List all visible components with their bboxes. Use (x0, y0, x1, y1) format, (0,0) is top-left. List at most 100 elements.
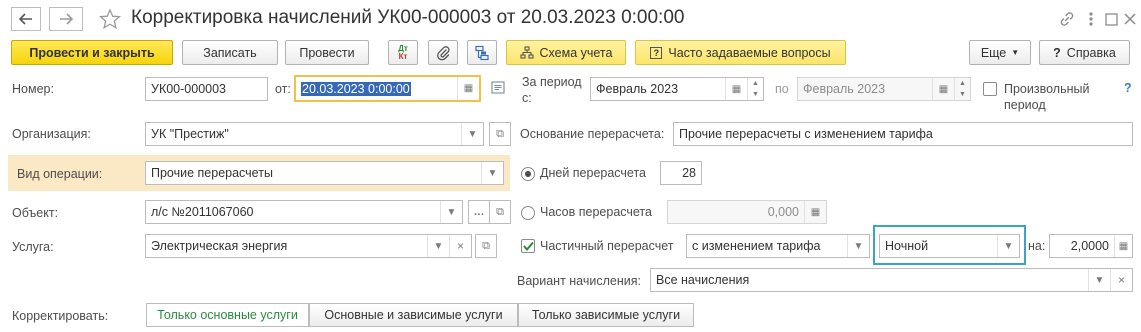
coefficient-field[interactable]: 2,0000 ▦ (1049, 234, 1133, 258)
accrual-variant-dropdown-button[interactable]: ▼ (1088, 269, 1110, 291)
page-title: Корректировка начислений УК00-000003 от … (131, 7, 685, 28)
service-open-button[interactable]: ⧉ (475, 234, 497, 258)
date-value: 20.03.2023 0:00:00 (301, 81, 411, 96)
hours-radio[interactable] (521, 206, 535, 220)
operation-type-dropdown-button[interactable]: ▼ (481, 162, 503, 184)
link-button[interactable] (1054, 6, 1080, 32)
period-from-label: За период с: (522, 75, 582, 105)
faq-label: Часто задаваемые вопросы (668, 45, 831, 60)
maximize-icon (1104, 12, 1118, 26)
period-from-field[interactable]: Февраль 2023 ▦ ▲ ▼ (590, 77, 764, 101)
back-button[interactable] (11, 7, 41, 31)
service-dropdown-button[interactable]: ▼ (427, 235, 449, 257)
forward-button[interactable] (49, 7, 83, 31)
hours-field[interactable]: 0,000 ▦ (667, 200, 827, 224)
period-to-spinner[interactable]: ▲ ▼ (954, 78, 970, 100)
structure-button[interactable] (467, 40, 497, 65)
organization-value: УК "Престиж" (151, 127, 229, 141)
favorite-button[interactable] (99, 8, 121, 30)
organization-open-button[interactable]: ⧉ (489, 122, 511, 146)
tab-main-and-dependent[interactable]: Основные и зависимые услуги (309, 303, 518, 327)
open-icon: ⧉ (496, 127, 504, 140)
open-icon: ⧉ (496, 205, 504, 218)
help-button[interactable]: ? Справка (1039, 40, 1130, 65)
object-select-button[interactable]: … (468, 200, 490, 224)
clear-icon: × (456, 239, 464, 253)
zone-dropdown-button[interactable]: ▼ (997, 235, 1019, 257)
ellipsis-icon: … (473, 206, 485, 218)
days-label: Дней перерасчета (540, 166, 646, 180)
arbitrary-period-checkbox[interactable] (983, 82, 997, 96)
operation-type-field[interactable]: Прочие перерасчеты ▼ (145, 161, 504, 185)
arrow-right-icon (59, 13, 73, 25)
link-icon (1059, 11, 1075, 27)
days-radio[interactable] (521, 167, 535, 181)
accounting-scheme-button[interactable]: Схема учета (506, 40, 626, 65)
dt-kt-button[interactable]: Дт Кт (388, 40, 418, 65)
post-button[interactable]: Провести (285, 40, 369, 65)
period-to-field[interactable]: Февраль 2023 ▦ ▲ ▼ (797, 77, 971, 101)
star-icon (99, 8, 121, 30)
recalc-mode-value: с изменением тарифа (692, 239, 821, 253)
object-open-button[interactable]: ⧉ (489, 200, 511, 224)
calendar-button[interactable]: ▦ (457, 77, 479, 100)
tab-main-services-only[interactable]: Только основные услуги (146, 303, 309, 327)
question-box-icon: ? (650, 46, 663, 59)
faq-button[interactable]: ? Часто задаваемые вопросы (635, 40, 846, 65)
dt-kt-icon: Дт Кт (398, 44, 408, 61)
checkmark-icon (522, 241, 534, 251)
paperclip-icon (436, 45, 450, 61)
save-button[interactable]: Записать (182, 40, 278, 65)
basis-field[interactable]: Прочие перерасчеты с изменением тарифа (673, 122, 1133, 146)
basis-label: Основание перерасчета: (520, 127, 665, 141)
recalc-mode-field[interactable]: с изменением тарифа ▼ (686, 234, 870, 258)
service-clear-button[interactable]: × (449, 235, 471, 257)
calendar-icon: ▦ (463, 83, 474, 94)
chevron-down-icon: ▼ (1011, 48, 1020, 57)
arrow-left-icon (19, 13, 33, 25)
zone-field[interactable]: Ночной ▼ (879, 234, 1020, 258)
period-from-spinner[interactable]: ▲ ▼ (747, 78, 763, 100)
organization-dropdown-button[interactable]: ▼ (461, 123, 483, 145)
more-menu-button[interactable]: Еще ▼ (969, 40, 1031, 65)
object-field[interactable]: л/с №2011067060 ▼ (145, 200, 463, 224)
calendar-icon: ▦ (731, 83, 742, 95)
arbitrary-period-label: Произвольный период (1004, 82, 1090, 112)
correct-label: Корректировать: (12, 309, 109, 323)
hours-calculator-button[interactable]: ▦ (804, 201, 826, 223)
object-value: л/с №2011067060 (151, 205, 254, 219)
accrual-variant-clear-button[interactable]: × (1110, 269, 1132, 291)
number-value: УК00-000003 (151, 82, 226, 96)
number-field[interactable]: УК00-000003 (145, 77, 268, 101)
organization-label: Организация: (12, 127, 91, 141)
help-icon: ? (1053, 45, 1061, 60)
structure-icon (474, 45, 490, 61)
more-label: Еще (980, 45, 1007, 60)
close-button[interactable] (1117, 6, 1141, 32)
hours-label: Часов перерасчета (540, 205, 652, 219)
hours-value: 0,000 (767, 205, 799, 219)
tab-dependent-only[interactable]: Только зависимые услуги (518, 303, 694, 327)
organization-field[interactable]: УК "Престиж" ▼ (145, 122, 484, 146)
coefficient-calculator-button[interactable]: ▦ (1114, 235, 1132, 257)
recalc-mode-dropdown-button[interactable]: ▼ (847, 235, 869, 257)
partial-recalc-checkbox[interactable] (521, 239, 535, 253)
period-to-calendar-button[interactable]: ▦ (932, 78, 954, 100)
days-field[interactable]: 28 (660, 161, 702, 185)
operation-type-label: Вид операции: (17, 167, 103, 181)
attach-button[interactable] (428, 40, 458, 65)
date-field[interactable]: 20.03.2023 0:00:00 ▦ (294, 75, 481, 102)
more-vertical-icon (1088, 11, 1094, 27)
number-label: Номер: (12, 82, 54, 96)
chevron-down-icon: ▼ (433, 240, 444, 252)
chevron-down-icon: ▼ (1094, 274, 1105, 286)
comment-button[interactable] (491, 81, 505, 94)
period-from-calendar-button[interactable]: ▦ (725, 78, 747, 100)
date-label: от: (275, 82, 291, 96)
period-to-label: по (775, 82, 789, 96)
service-field[interactable]: Электрическая энергия ▼ × (145, 234, 472, 258)
accrual-variant-field[interactable]: Все начисления ▼ × (650, 268, 1133, 292)
arbitrary-period-hint-icon[interactable]: ? (1124, 81, 1132, 95)
post-and-close-button[interactable]: Провести и закрыть (11, 40, 173, 65)
object-dropdown-button[interactable]: ▼ (440, 201, 462, 223)
